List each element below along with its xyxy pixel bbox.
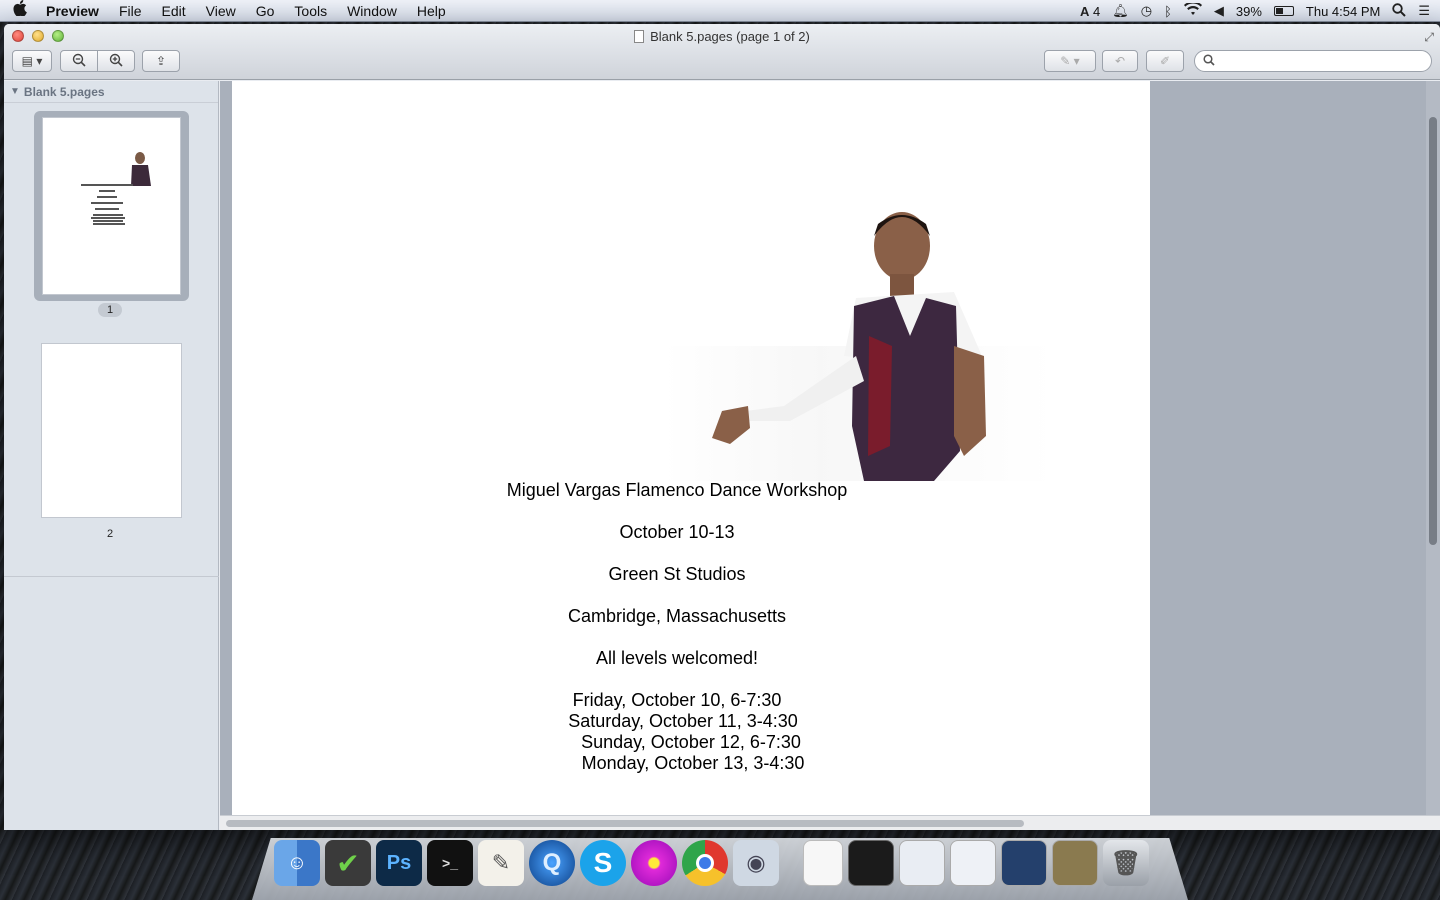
- document-view[interactable]: Miguel Vargas Flamenco Dance Workshop Oc…: [220, 81, 1440, 830]
- sidebar-doc-name: Blank 5.pages: [23, 84, 105, 99]
- zoom-out-icon: [72, 53, 86, 70]
- textedit-icon[interactable]: ✎: [478, 840, 524, 886]
- vertical-scrollbar[interactable]: [1426, 81, 1440, 815]
- document-proxy-icon[interactable]: [634, 30, 645, 43]
- rotate-icon: ↶: [1114, 54, 1126, 68]
- thumbnail-1-label: 1: [98, 303, 122, 317]
- schedule-line: Saturday, October 11, 3-4:30: [568, 711, 798, 731]
- window-title-text: Blank 5.pages (page 1 of 2): [650, 29, 810, 44]
- edit-icon: ✐: [1159, 54, 1171, 68]
- chrome-window-icon[interactable]: [1052, 840, 1098, 886]
- chrome-icon[interactable]: [682, 840, 728, 886]
- menu-window[interactable]: Window: [337, 0, 407, 22]
- terminal-window-icon[interactable]: [848, 840, 894, 886]
- thumbnail-sidebar: ▼ Blank 5.pages 1 2: [4, 81, 219, 830]
- menu-go[interactable]: Go: [246, 0, 285, 22]
- doc-dates-line: October 10-13: [619, 522, 735, 542]
- terminal-icon[interactable]: >_: [427, 840, 473, 886]
- menu-view[interactable]: View: [196, 0, 246, 22]
- notification-center-icon[interactable]: ☰: [1418, 3, 1430, 19]
- thumbnail-1-preview: [81, 152, 151, 225]
- photoshop-icon[interactable]: Ps: [376, 840, 422, 886]
- chrome-window-icon[interactable]: [899, 840, 945, 886]
- sidebar-doc-header[interactable]: ▼ Blank 5.pages: [4, 81, 218, 103]
- horizontal-scrollbar[interactable]: [220, 815, 1440, 830]
- edit-toolbar-button[interactable]: ✐: [1146, 50, 1184, 72]
- thumbnail-2-label: 2: [106, 528, 114, 540]
- menu-edit[interactable]: Edit: [152, 0, 196, 22]
- quicktime-icon[interactable]: Q: [529, 840, 575, 886]
- status-area: A 4 🔔︎ ◷ ᛒ ◀ 39% Thu 4:54 PM ☰: [1080, 0, 1430, 22]
- window-titlebar: Blank 5.pages (page 1 of 2) ⤢ ▤ ▾ ⇪ ✎ ▾ …: [4, 24, 1440, 80]
- sidebar-divider: [4, 576, 219, 577]
- page-thumbnail-2[interactable]: [41, 343, 182, 518]
- preview-window: Blank 5.pages (page 1 of 2) ⤢ ▤ ▾ ⇪ ✎ ▾ …: [4, 24, 1440, 830]
- spotlight-search-icon[interactable]: [1392, 2, 1407, 20]
- chrome-window-icon[interactable]: [1001, 840, 1047, 886]
- flower-app-icon[interactable]: [631, 840, 677, 886]
- zoom-in-icon: [109, 53, 123, 70]
- share-button[interactable]: ⇪: [142, 50, 180, 72]
- vertical-scroll-thumb[interactable]: [1429, 117, 1437, 545]
- adobe-icon: A: [1079, 3, 1090, 19]
- dancer-photo: [664, 212, 1054, 481]
- menubar-clock[interactable]: Thu 4:54 PM: [1306, 4, 1380, 19]
- menu-tools[interactable]: Tools: [284, 0, 337, 22]
- sidebar-view-button[interactable]: ▤ ▾: [12, 50, 52, 72]
- sidebar-toggle-icon: ▤ ▾: [21, 54, 43, 68]
- share-icon: ⇪: [155, 54, 167, 68]
- doc-location-line: Cambridge, Massachusetts: [567, 606, 787, 626]
- documents-stack-icon[interactable]: [803, 840, 843, 886]
- annotate-button[interactable]: ✎ ▾: [1044, 50, 1096, 72]
- battery-icon[interactable]: [1273, 6, 1294, 16]
- menu-app-name[interactable]: Preview: [40, 0, 109, 22]
- menu-file[interactable]: File: [109, 0, 152, 22]
- page-thumbnail-1[interactable]: [42, 117, 181, 295]
- volume-icon[interactable]: ◀: [1214, 3, 1224, 19]
- menu-help[interactable]: Help: [407, 0, 456, 22]
- doc-venue-line: Green St Studios: [608, 564, 746, 584]
- search-input[interactable]: [1219, 54, 1431, 68]
- zoom-in-button[interactable]: [97, 50, 135, 72]
- apple-menu-icon[interactable]: [0, 0, 40, 21]
- dock-icons: ☺ ✔ Ps >_ ✎ Q S ◉ 🗑︎: [274, 838, 1149, 888]
- app-checkmark-icon[interactable]: ✔: [325, 840, 371, 886]
- rotate-button[interactable]: ↶: [1102, 50, 1138, 72]
- doc-levels-line: All levels welcomed!: [595, 648, 759, 668]
- preview-app-icon[interactable]: ◉: [733, 840, 779, 886]
- doc-title-line: Miguel Vargas Flamenco Dance Workshop: [506, 480, 848, 500]
- search-field[interactable]: [1194, 50, 1432, 72]
- notification-bell-icon[interactable]: 🔔︎: [1112, 3, 1129, 19]
- time-machine-icon[interactable]: ◷: [1141, 3, 1152, 19]
- menu-bar: Preview File Edit View Go Tools Window H…: [0, 0, 1440, 22]
- schedule-line: Monday, October 13, 3-4:30: [581, 753, 805, 773]
- bluetooth-icon[interactable]: ᛒ: [1164, 4, 1172, 19]
- search-icon: [1203, 53, 1215, 69]
- fullscreen-icon[interactable]: ⤢: [1424, 30, 1434, 45]
- battery-percent[interactable]: 39%: [1236, 4, 1262, 19]
- adobe-status-item[interactable]: A 4: [1080, 4, 1100, 19]
- skype-icon[interactable]: S: [580, 840, 626, 886]
- finder-icon[interactable]: ☺: [274, 840, 320, 886]
- schedule-line: Friday, October 10, 6-7:30: [572, 690, 782, 710]
- zoom-out-button[interactable]: [60, 50, 98, 72]
- window-title: Blank 5.pages (page 1 of 2): [4, 29, 1440, 44]
- disclosure-triangle-icon[interactable]: ▼: [10, 86, 20, 97]
- trash-icon[interactable]: 🗑︎: [1103, 840, 1149, 886]
- wifi-icon[interactable]: [1183, 1, 1202, 19]
- chrome-window-icon[interactable]: [950, 840, 996, 886]
- horizontal-scroll-thumb[interactable]: [226, 820, 1024, 827]
- document-page: Miguel Vargas Flamenco Dance Workshop Oc…: [232, 81, 1150, 815]
- adobe-count: 4: [1092, 3, 1101, 19]
- pen-icon: ✎ ▾: [1060, 54, 1080, 68]
- schedule-line: Sunday, October 12, 6-7:30: [581, 732, 801, 752]
